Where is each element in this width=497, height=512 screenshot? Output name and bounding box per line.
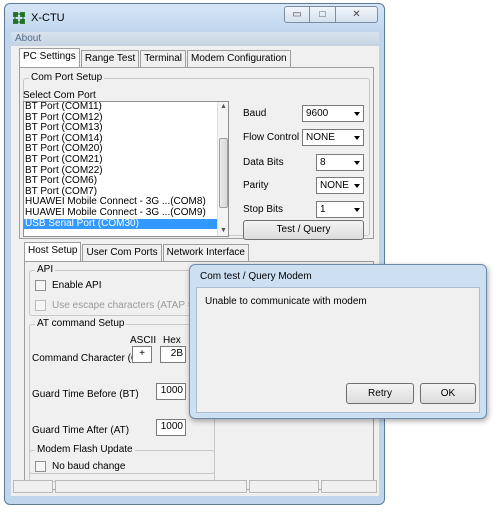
port-items: BT Port (COM11) BT Port (COM12) BT Port … bbox=[24, 102, 228, 230]
list-item[interactable]: BT Port (COM11) bbox=[24, 102, 228, 113]
data-bits-select[interactable]: 8 bbox=[316, 154, 364, 171]
chevron-down-icon bbox=[354, 136, 360, 140]
api-title: API bbox=[35, 264, 56, 275]
flow-control-select[interactable]: NONE bbox=[302, 129, 364, 146]
scroll-up-icon[interactable]: ▲ bbox=[218, 102, 228, 112]
menu-about[interactable]: About bbox=[15, 33, 41, 44]
test-query-button[interactable]: Test / Query bbox=[243, 220, 364, 240]
select-com-port-label: Select Com Port bbox=[23, 90, 96, 101]
status-cell bbox=[321, 480, 377, 493]
com-port-setup-title: Com Port Setup bbox=[29, 72, 105, 83]
guard-after-field[interactable]: 1000 bbox=[156, 419, 186, 436]
at-command-title: AT command Setup bbox=[35, 318, 127, 329]
no-baud-change-label: No baud change bbox=[52, 461, 126, 472]
chevron-down-icon bbox=[354, 184, 360, 188]
guard-after-label: Guard Time After (AT) bbox=[32, 425, 130, 436]
stop-bits-select[interactable]: 1 bbox=[316, 201, 364, 218]
host-tab-strip: Host Setup User Com Ports Network Interf… bbox=[24, 242, 250, 261]
status-cell bbox=[55, 480, 247, 493]
dialog-body: Unable to communicate with modem Retry O… bbox=[196, 287, 480, 413]
ascii-header: ASCII bbox=[130, 335, 157, 346]
flow-control-label: Flow Control bbox=[243, 132, 300, 143]
close-icon: ✕ bbox=[352, 9, 361, 20]
maximize-button[interactable]: □ bbox=[310, 6, 336, 23]
dialog-title: Com test / Query Modem bbox=[200, 271, 312, 282]
baud-value: 9600 bbox=[306, 108, 329, 119]
enable-api-label: Enable API bbox=[52, 280, 102, 291]
chevron-down-icon bbox=[354, 208, 360, 212]
parity-value: NONE bbox=[320, 180, 349, 191]
com-port-list[interactable]: BT Port (COM11) BT Port (COM12) BT Port … bbox=[23, 101, 229, 237]
main-window: X-CTU ▭ □ ✕ About PC Settings Range Test… bbox=[4, 3, 385, 505]
list-item-selected[interactable]: USB Serial Port (COM30) bbox=[24, 218, 228, 230]
cc-hex-field[interactable]: 2B bbox=[160, 346, 186, 363]
baud-select[interactable]: 9600 bbox=[302, 105, 364, 122]
parity-select[interactable]: NONE bbox=[316, 177, 364, 194]
list-item[interactable]: HUAWEI Mobile Connect - 3G ...(COM9) bbox=[24, 207, 228, 219]
status-cell bbox=[249, 480, 319, 493]
data-bits-label: Data Bits bbox=[243, 157, 284, 168]
modem-flash-group: Modem Flash Update No baud change bbox=[29, 444, 215, 482]
chevron-down-icon bbox=[354, 161, 360, 165]
maximize-icon: □ bbox=[319, 9, 326, 20]
tab-user-com-ports[interactable]: User Com Ports bbox=[82, 244, 162, 261]
scroll-down-icon[interactable]: ▼ bbox=[218, 226, 228, 236]
status-cell bbox=[13, 480, 53, 493]
parity-label: Parity bbox=[243, 180, 269, 191]
modem-flash-title: Modem Flash Update bbox=[35, 444, 135, 455]
no-baud-change-checkbox[interactable] bbox=[35, 461, 46, 472]
data-bits-value: 8 bbox=[320, 157, 326, 168]
tab-modem-configuration[interactable]: Modem Configuration bbox=[187, 50, 291, 67]
tab-terminal[interactable]: Terminal bbox=[140, 50, 187, 67]
com-test-dialog: Com test / Query Modem Unable to communi… bbox=[189, 264, 487, 419]
tab-host-setup[interactable]: Host Setup bbox=[24, 242, 82, 261]
tab-pc-settings[interactable]: PC Settings bbox=[19, 48, 80, 67]
escape-chars-label: Use escape characters (ATAP = 2) bbox=[52, 300, 206, 311]
status-bar bbox=[11, 479, 379, 494]
hex-header: Hex bbox=[163, 335, 181, 346]
flow-control-value: NONE bbox=[306, 132, 335, 143]
retry-button[interactable]: Retry bbox=[346, 383, 414, 404]
escape-chars-checkbox[interactable] bbox=[35, 300, 46, 311]
enable-api-checkbox[interactable] bbox=[35, 280, 46, 291]
stop-bits-label: Stop Bits bbox=[243, 204, 284, 215]
tab-network-interface[interactable]: Network Interface bbox=[162, 244, 249, 261]
guard-before-field[interactable]: 1000 bbox=[156, 383, 186, 400]
stop-bits-value: 1 bbox=[320, 204, 326, 215]
window-title: X-CTU bbox=[31, 12, 65, 24]
guard-before-label: Guard Time Before (BT) bbox=[32, 389, 139, 400]
dialog-message: Unable to communicate with modem bbox=[205, 296, 367, 307]
app-icon bbox=[13, 12, 25, 24]
menu-bar: About bbox=[11, 32, 379, 46]
baud-label: Baud bbox=[243, 108, 267, 119]
ok-button[interactable]: OK bbox=[420, 383, 476, 404]
minimize-button[interactable]: ▭ bbox=[284, 6, 310, 23]
api-group: API Enable API Use escape characters (AT… bbox=[29, 264, 215, 316]
main-tab-strip: PC Settings Range Test Terminal Modem Co… bbox=[19, 48, 292, 67]
cc-ascii-field[interactable]: + bbox=[132, 346, 152, 363]
tab-range-test[interactable]: Range Test bbox=[80, 50, 140, 67]
close-button[interactable]: ✕ bbox=[336, 6, 378, 23]
minimize-icon: ▭ bbox=[292, 9, 302, 20]
scroll-thumb[interactable] bbox=[219, 138, 228, 208]
list-item[interactable]: BT Port (COM21) bbox=[24, 154, 228, 166]
pc-settings-panel: Com Port Setup Select Com Port BT Port (… bbox=[19, 67, 374, 240]
chevron-down-icon bbox=[354, 112, 360, 116]
title-bar: X-CTU ▭ □ ✕ bbox=[5, 4, 384, 31]
list-scrollbar[interactable]: ▲ ▼ bbox=[217, 102, 228, 236]
